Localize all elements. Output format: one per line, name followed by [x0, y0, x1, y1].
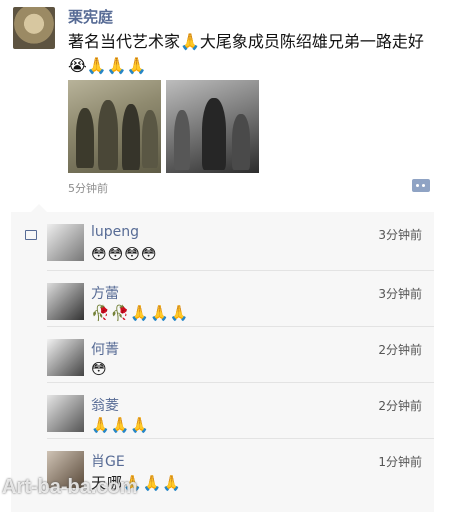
- comment-author[interactable]: lupeng: [91, 224, 139, 240]
- comment-text: 🙏🙏🙏: [91, 416, 151, 434]
- divider: [47, 326, 434, 327]
- more-actions-button[interactable]: [412, 179, 430, 192]
- watermark: Art-ba-ba.com: [2, 476, 138, 498]
- comment-time: 3分钟前: [378, 228, 422, 242]
- comment-text: 🥀🥀🙏🙏🙏: [91, 304, 190, 322]
- divider: [47, 438, 434, 439]
- comment-author[interactable]: 方蕾: [91, 283, 119, 303]
- comment-time: 1分钟前: [378, 455, 422, 469]
- divider: [47, 270, 434, 271]
- avatar[interactable]: [47, 283, 84, 320]
- comment-author[interactable]: 肖GE: [91, 451, 125, 471]
- avatar[interactable]: [47, 224, 84, 261]
- comment-time: 2分钟前: [378, 399, 422, 413]
- comment-row[interactable]: 方蕾 3分钟前 🥀🥀🙏🙏🙏: [11, 270, 434, 327]
- avatar[interactable]: [47, 339, 84, 376]
- divider: [47, 382, 434, 383]
- comment-row[interactable]: 何菁 2分钟前 😳: [11, 326, 434, 383]
- post-author[interactable]: 栗宪庭: [68, 6, 113, 27]
- comment-row[interactable]: 翁菱 2分钟前 🙏🙏🙏: [11, 382, 434, 439]
- comment-text: 😳: [91, 360, 108, 378]
- avatar[interactable]: [47, 395, 84, 432]
- post-photo-2[interactable]: [166, 80, 259, 173]
- post-time: 5分钟前: [68, 182, 108, 195]
- comment-author[interactable]: 翁菱: [91, 395, 119, 415]
- comment-time: 3分钟前: [378, 287, 422, 301]
- post-avatar[interactable]: [13, 7, 55, 49]
- comment-row[interactable]: lupeng 3分钟前 😳😳😳😳: [11, 212, 434, 268]
- post-text: 著名当代艺术家🙏大尾象成员陈绍雄兄弟一路走好😭🙏🙏🙏: [68, 32, 424, 75]
- comment-text: 😳😳😳😳: [91, 245, 158, 263]
- comment-author[interactable]: 何菁: [91, 339, 119, 359]
- post-photo-1[interactable]: [68, 80, 161, 173]
- comment-time: 2分钟前: [378, 343, 422, 357]
- comment-area: lupeng 3分钟前 😳😳😳😳 方蕾 3分钟前 🥀🥀🙏🙏🙏 何菁 2分钟前 😳…: [11, 204, 434, 512]
